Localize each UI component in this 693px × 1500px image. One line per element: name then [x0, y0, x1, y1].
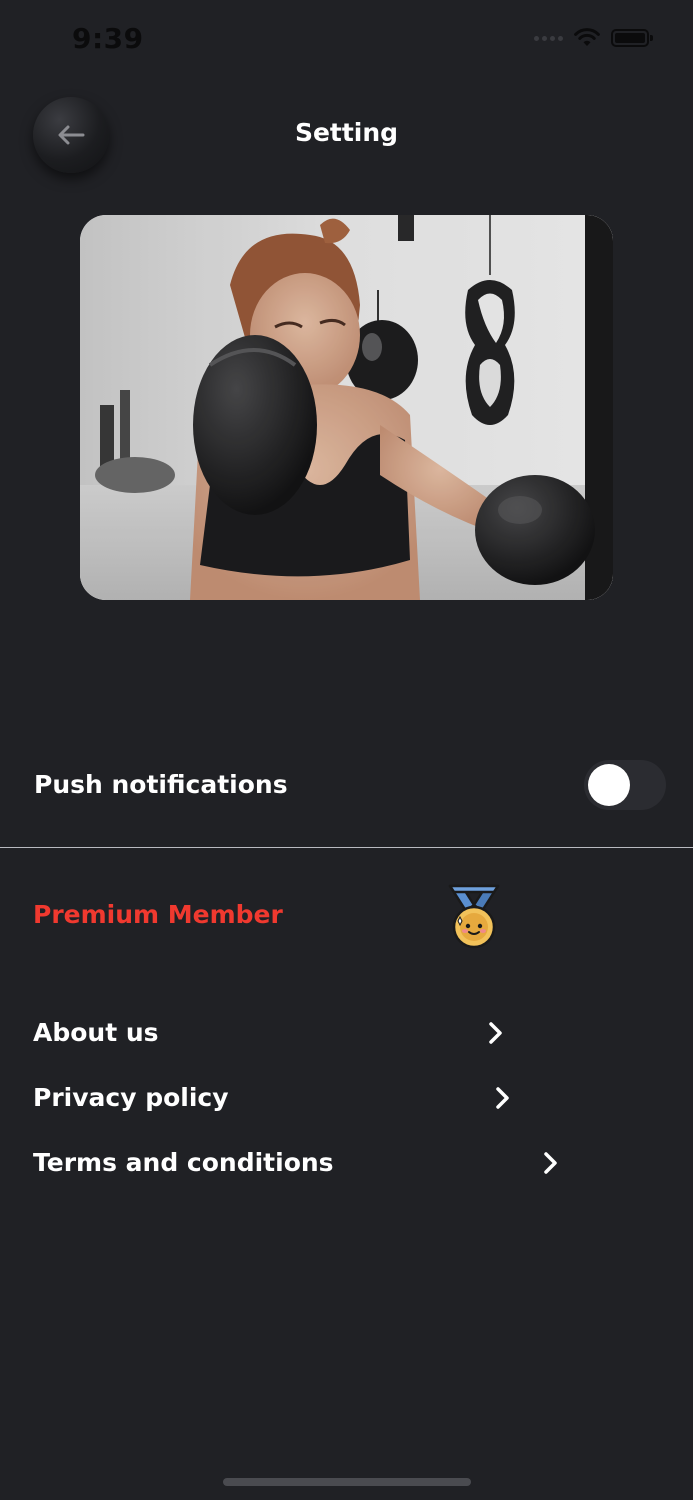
premium-member-label: Premium Member	[33, 900, 283, 929]
chevron-right-icon	[489, 1022, 502, 1044]
status-bar: 9:39	[0, 0, 693, 80]
push-notifications-row: Push notifications	[0, 755, 693, 817]
wifi-icon	[574, 28, 600, 46]
cellular-signal-icon	[534, 35, 563, 41]
battery-icon	[611, 29, 653, 47]
menu-item-privacy-policy[interactable]: Privacy policy	[0, 1075, 693, 1125]
medal-icon	[448, 884, 500, 949]
menu-item-about-us[interactable]: About us	[0, 1010, 693, 1060]
toggle-knob	[588, 764, 630, 806]
menu-item-terms-and-conditions[interactable]: Terms and conditions	[0, 1140, 693, 1190]
chevron-right-icon	[544, 1152, 557, 1174]
woman-boxing-photo	[80, 215, 613, 600]
push-notifications-toggle[interactable]	[584, 760, 666, 810]
menu-item-label: Privacy policy	[33, 1083, 229, 1112]
status-indicators	[534, 28, 653, 48]
push-notifications-label: Push notifications	[34, 770, 288, 799]
chevron-right-icon	[496, 1087, 509, 1109]
status-time: 9:39	[72, 22, 144, 55]
page-title: Setting	[294, 118, 399, 147]
section-divider	[0, 847, 693, 848]
home-indicator[interactable]	[223, 1478, 471, 1486]
menu-item-label: Terms and conditions	[33, 1148, 334, 1177]
hero-image	[80, 215, 613, 600]
menu-item-label: About us	[33, 1018, 159, 1047]
